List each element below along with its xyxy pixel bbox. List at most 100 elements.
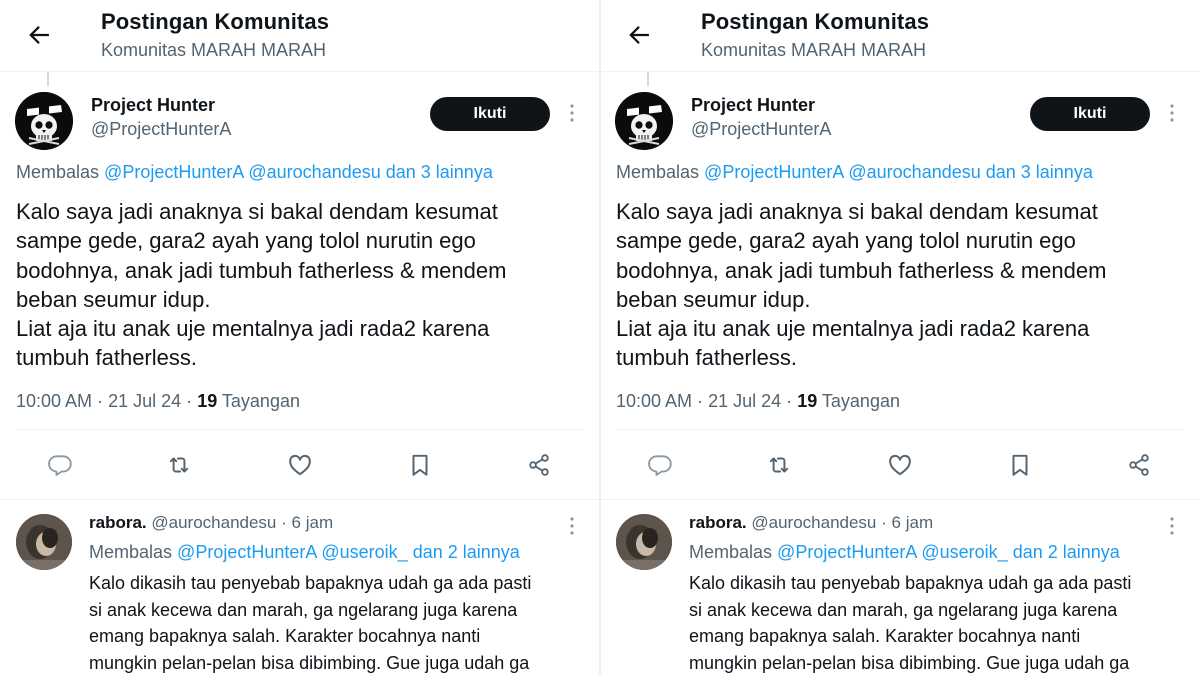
post-text-line: tumbuh fatherless. (16, 345, 197, 371)
author-handle[interactable]: @ProjectHunterA (91, 119, 231, 140)
divider (600, 499, 1200, 500)
post-text-line: tumbuh fatherless. (616, 345, 797, 371)
replying-mentions-link[interactable]: @ProjectHunterA @aurochandesu dan 3 lain… (104, 162, 493, 182)
page-title: Postingan Komunitas (101, 9, 330, 34)
meta-dot: · (881, 513, 887, 532)
post-text: Kalo saya jadi anaknya si bakal dendam k… (616, 197, 1176, 373)
screenshot-stage: Postingan Komunitas Komunitas MARAH MARA… (0, 0, 1200, 675)
reply-text-line: mungkin pelan-pelan bisa dibimbing. Gue … (89, 652, 530, 673)
skull-avatar-icon (15, 92, 73, 150)
share-icon[interactable] (1119, 445, 1159, 485)
avatar[interactable] (615, 92, 673, 150)
follow-button[interactable]: Ikuti (1030, 97, 1150, 131)
heart-icon[interactable] (880, 445, 920, 485)
reply-author-handle[interactable]: @aurochandesu (751, 513, 876, 532)
reply-text-line: si anak kecewa dan marah, ga ngelarang j… (689, 599, 1118, 620)
replying-prefix: Membalas (16, 162, 100, 182)
post-meta: 10:00 AM · 21 Jul 24 · 19 Tayangan (616, 391, 900, 412)
replying-prefix: Membalas (89, 542, 173, 562)
post-text-line: beban seumur idup. (16, 286, 211, 312)
post-text-line: sampe gede, gara2 ayah yang tolol nuruti… (616, 228, 1076, 254)
divider (0, 499, 600, 500)
bookmark-icon[interactable] (1000, 445, 1040, 485)
more-options-icon[interactable] (1162, 100, 1182, 126)
reply-time[interactable]: 6 jam (892, 513, 934, 532)
follow-button[interactable]: Ikuti (430, 97, 550, 131)
reply-avatar[interactable] (616, 514, 672, 570)
author-name[interactable]: Project Hunter (91, 95, 215, 116)
replying-to: Membalas @ProjectHunterA @aurochandesu d… (616, 162, 1093, 183)
more-options-icon[interactable] (1162, 513, 1182, 539)
post-panel-left: Postingan Komunitas Komunitas MARAH MARA… (0, 0, 600, 675)
bookmark-icon[interactable] (400, 445, 440, 485)
reply-replying-to: Membalas @ProjectHunterA @useroik_ dan 2… (89, 542, 520, 563)
thread-line (647, 72, 649, 86)
reply-author-name[interactable]: rabora. (89, 513, 147, 532)
post-text: Kalo saya jadi anaknya si bakal dendam k… (16, 197, 576, 373)
reply-icon[interactable] (40, 445, 80, 485)
meta-dot: · (281, 513, 287, 532)
meta-dot: · (786, 391, 793, 411)
reply-author-handle[interactable]: @aurochandesu (151, 513, 276, 532)
avatar[interactable] (15, 92, 73, 150)
meta-dot: · (186, 391, 193, 411)
back-arrow-icon[interactable] (24, 20, 54, 50)
meta-dot: · (97, 391, 104, 411)
views-label: Tayangan (221, 391, 300, 411)
author-name[interactable]: Project Hunter (691, 95, 815, 116)
reply-author-name[interactable]: rabora. (689, 513, 747, 532)
post-text-line: Kalo saya jadi anaknya si bakal dendam k… (16, 199, 498, 224)
action-bar (0, 445, 600, 485)
meta-dot: · (697, 391, 704, 411)
replying-mentions-link[interactable]: @ProjectHunterA @useroik_ dan 2 lainnya (777, 542, 1120, 562)
community-name[interactable]: Komunitas MARAH MARAH (101, 40, 326, 61)
header: Postingan Komunitas Komunitas MARAH MARA… (0, 0, 600, 72)
post-time[interactable]: 10:00 AM (616, 391, 692, 411)
replying-mentions-link[interactable]: @ProjectHunterA @useroik_ dan 2 lainnya (177, 542, 520, 562)
reply-text: Kalo dikasih tau penyebab bapaknya udah … (689, 570, 1189, 675)
retweet-icon[interactable] (759, 445, 799, 485)
more-options-icon[interactable] (562, 513, 582, 539)
retweet-icon[interactable] (159, 445, 199, 485)
reply-time[interactable]: 6 jam (292, 513, 334, 532)
reply-replying-to: Membalas @ProjectHunterA @useroik_ dan 2… (689, 542, 1120, 563)
reply-icon[interactable] (640, 445, 680, 485)
post-text-line: Liat aja itu anak uje mentalnya jadi rad… (616, 316, 1090, 342)
action-bar (600, 445, 1200, 485)
post-date[interactable]: 21 Jul 24 (708, 391, 781, 411)
more-options-icon[interactable] (562, 100, 582, 126)
post-text-line: bodohnya, anak jadi tumbuh fatherless & … (616, 257, 1107, 283)
replying-prefix: Membalas (616, 162, 700, 182)
views-count: 19 (797, 391, 818, 411)
share-icon[interactable] (519, 445, 559, 485)
reply-text: Kalo dikasih tau penyebab bapaknya udah … (89, 570, 589, 675)
page-title: Postingan Komunitas (701, 9, 930, 34)
post-time[interactable]: 10:00 AM (16, 391, 92, 411)
reply-text-line: Kalo dikasih tau penyebab bapaknya udah … (89, 573, 532, 593)
replying-to: Membalas @ProjectHunterA @aurochandesu d… (16, 162, 493, 183)
divider (616, 429, 1184, 430)
post-panel-right: Postingan Komunitas Komunitas MARAH MARA… (600, 0, 1200, 675)
reply-text-line: si anak kecewa dan marah, ga ngelarang j… (89, 599, 518, 620)
reply-text-line: emang bapaknya salah. Karakter bocahnya … (689, 626, 1081, 646)
heart-icon[interactable] (280, 445, 320, 485)
user-photo-icon (16, 514, 72, 570)
post-text-line: beban seumur idup. (616, 286, 811, 312)
author-handle[interactable]: @ProjectHunterA (691, 119, 831, 140)
replying-mentions-link[interactable]: @ProjectHunterA @aurochandesu dan 3 lain… (704, 162, 1093, 182)
post-date[interactable]: 21 Jul 24 (108, 391, 181, 411)
thread-line (47, 72, 49, 86)
reply-avatar[interactable] (16, 514, 72, 570)
post-meta: 10:00 AM · 21 Jul 24 · 19 Tayangan (16, 391, 300, 412)
reply-text-line: Kalo dikasih tau penyebab bapaknya udah … (689, 573, 1132, 593)
header: Postingan Komunitas Komunitas MARAH MARA… (600, 0, 1200, 72)
back-arrow-icon[interactable] (624, 20, 654, 50)
divider (16, 429, 584, 430)
community-name[interactable]: Komunitas MARAH MARAH (701, 40, 926, 61)
reply-text-line: mungkin pelan-pelan bisa dibimbing. Gue … (689, 652, 1130, 673)
reply-header: rabora. @aurochandesu · 6 jam (89, 513, 333, 533)
replying-prefix: Membalas (689, 542, 773, 562)
reply-text-line: emang bapaknya salah. Karakter bocahnya … (89, 626, 481, 646)
post-text-line: Liat aja itu anak uje mentalnya jadi rad… (16, 316, 490, 342)
skull-avatar-icon (615, 92, 673, 150)
